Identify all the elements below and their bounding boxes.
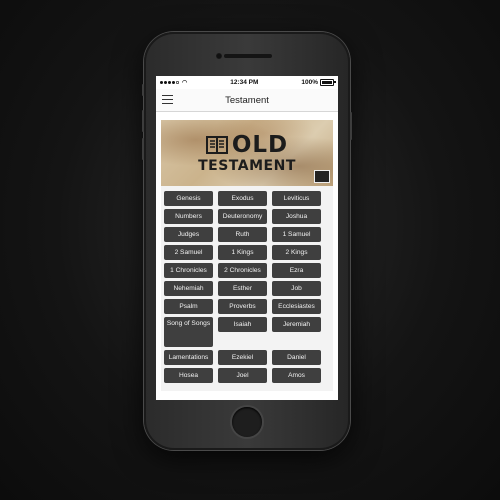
book-button[interactable]: 1 Kings [218,245,267,260]
page-title: Testament [225,94,269,106]
book-button[interactable]: 2 Samuel [164,245,213,260]
status-bar: ◠ 12:34 PM 100% [156,76,338,89]
signal-dot [176,81,179,84]
book-button[interactable]: 1 Samuel [272,227,321,242]
book-button[interactable]: Jeremiah [272,317,321,332]
book-grid: Genesis Exodus Leviticus Numbers Deuteronomy… [164,191,331,383]
volume-up-button [142,110,144,132]
battery-percent: 100% [301,79,318,86]
book-icon [205,136,228,154]
book-button[interactable]: 1 Chronicles [164,263,213,278]
book-button[interactable]: Deuteronomy [218,209,267,224]
earpiece-speaker [224,54,272,58]
navigation-bar: Testament [156,89,338,112]
status-time: 12:34 PM [230,79,259,86]
book-button[interactable]: Ezra [272,263,321,278]
banner-title-testament: TESTAMENT [198,157,296,174]
mute-switch [142,84,144,96]
hamburger-icon[interactable] [162,95,173,104]
front-camera [216,53,222,59]
home-button[interactable] [232,407,262,437]
content-area: OLD TESTAMENT Genesis Exodus Leviticus Numb… [156,112,338,391]
book-button[interactable]: Joshua [272,209,321,224]
book-button[interactable]: Nehemiah [164,281,213,296]
publisher-logo [314,170,330,183]
book-button[interactable]: Lamentations [164,350,213,365]
banner-title-old: OLD [231,131,289,158]
book-button[interactable]: Esther [218,281,267,296]
wifi-icon: ◠ [182,80,188,86]
book-list: Genesis Exodus Leviticus Numbers Deuteronomy… [161,186,333,391]
old-testament-banner: OLD TESTAMENT [161,120,333,186]
power-button [350,112,352,140]
battery-indicator: 100% [301,79,336,86]
book-button[interactable]: Ecclesiastes [272,299,321,314]
book-button[interactable]: Leviticus [272,191,321,206]
volume-down-button [142,138,144,160]
book-button[interactable]: Judges [164,227,213,242]
book-button[interactable]: Job [272,281,321,296]
signal-dot [168,81,171,84]
book-button[interactable]: Hosea [164,368,213,383]
book-button[interactable]: 2 Kings [272,245,321,260]
signal-indicator: ◠ [160,79,187,86]
book-button[interactable]: Ruth [218,227,267,242]
book-button[interactable]: Psalm [164,299,213,314]
signal-dot [172,81,175,84]
phone-screen: ◠ 12:34 PM 100% Testament OLD TESTAMENT … [156,76,338,400]
book-button[interactable]: Ezekiel [218,350,267,365]
book-button[interactable]: Isaiah [218,317,267,332]
signal-dot [164,81,167,84]
battery-icon [320,79,336,86]
book-button[interactable]: Song of Songs [164,317,213,347]
phone-frame: ◠ 12:34 PM 100% Testament OLD TESTAMENT … [142,32,352,450]
book-button[interactable]: 2 Chronicles [218,263,267,278]
book-button[interactable]: Amos [272,368,321,383]
book-button[interactable]: Proverbs [218,299,267,314]
book-button[interactable]: Numbers [164,209,213,224]
book-button[interactable]: Daniel [272,350,321,365]
signal-dot [160,81,163,84]
book-button[interactable]: Genesis [164,191,213,206]
book-button[interactable]: Exodus [218,191,267,206]
book-button[interactable]: Joel [218,368,267,383]
